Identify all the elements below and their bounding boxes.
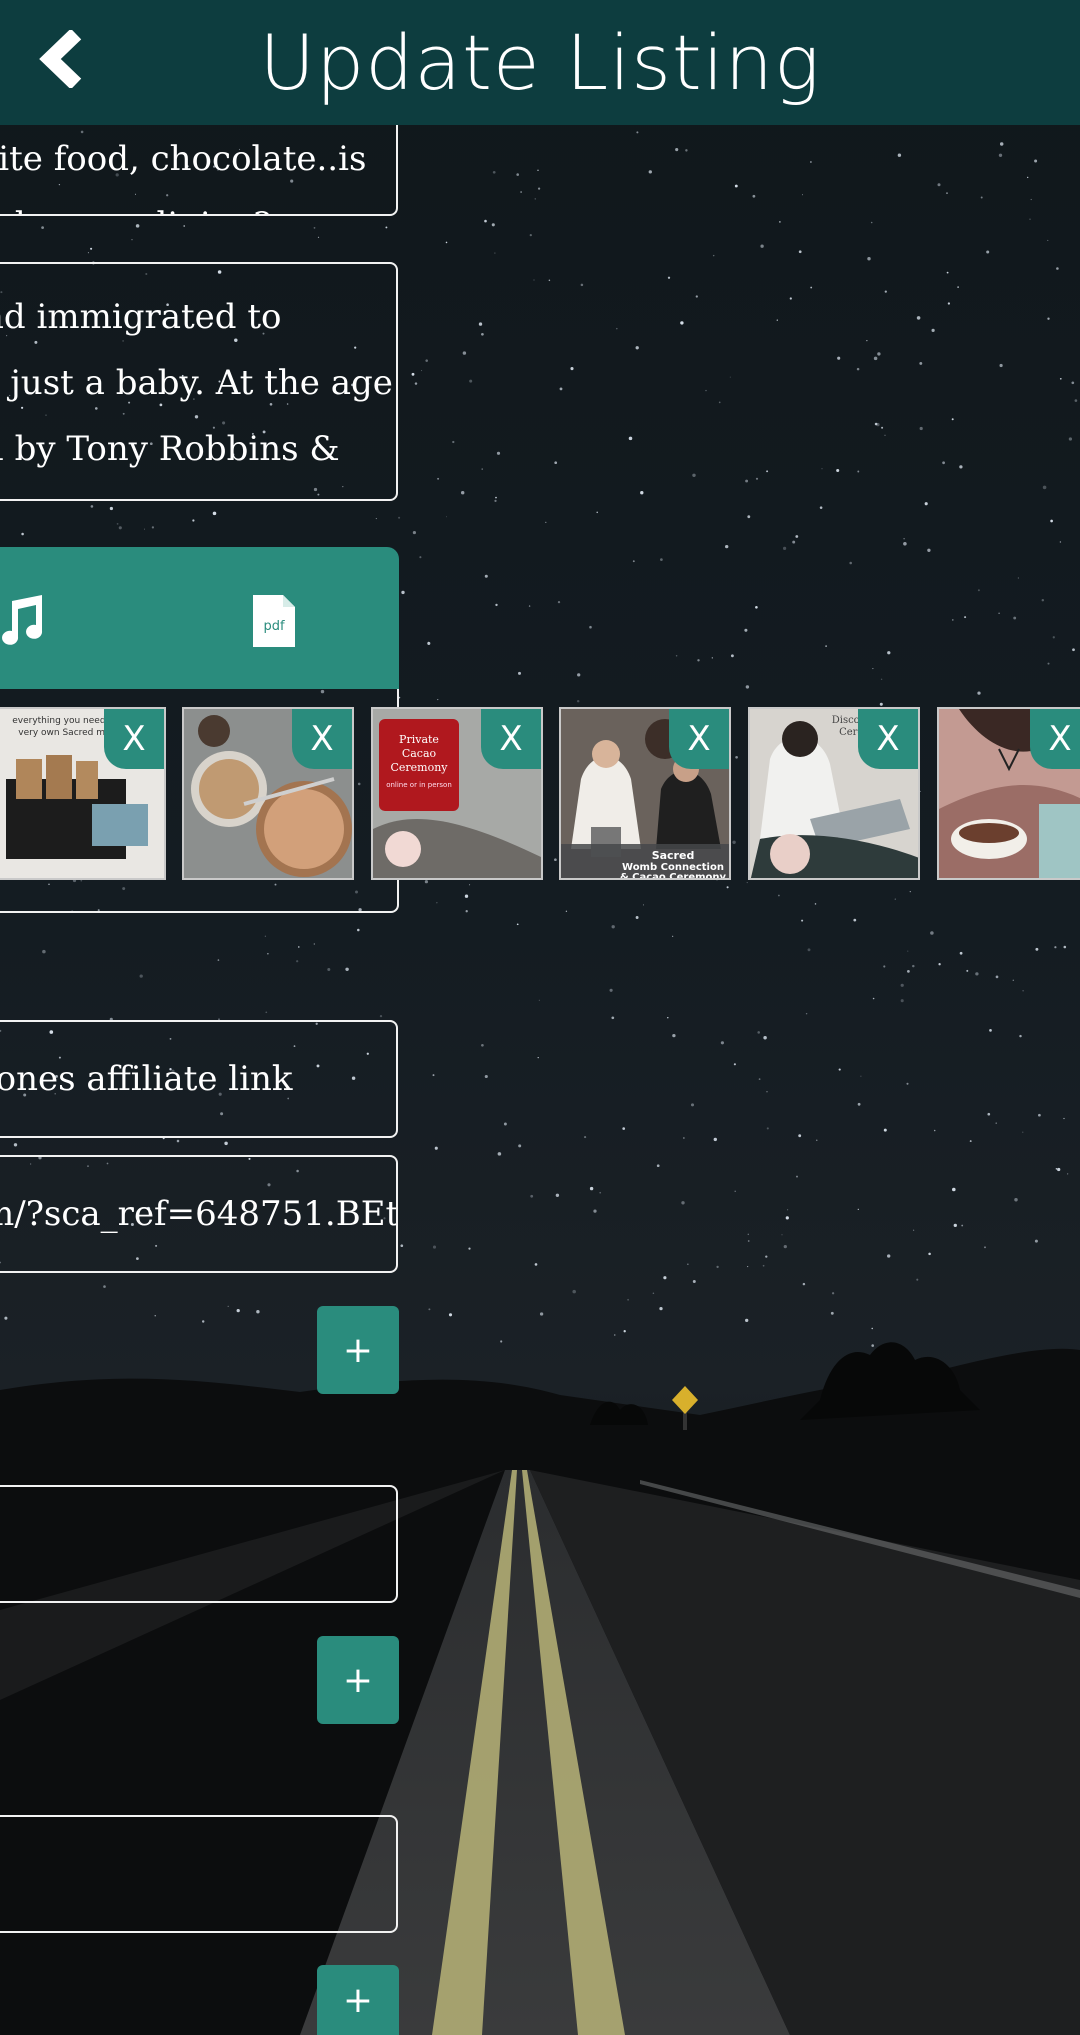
remove-thumbnail-button[interactable]: X — [858, 709, 918, 769]
svg-text:Private: Private — [399, 733, 439, 746]
description-line: d home religion? — [0, 192, 396, 214]
description-field-1[interactable]: rite food, chocolate..is d home religion… — [0, 110, 398, 216]
thumbnail-3[interactable]: Private Cacao Ceremony online or in pers… — [371, 707, 543, 880]
svg-text:online or in person: online or in person — [386, 781, 452, 789]
link-name-field[interactable] — [0, 1020, 398, 1138]
add-pdf-button[interactable]: pdf — [253, 595, 295, 651]
page-title: Update Listing — [259, 18, 821, 107]
svg-text:Cacao: Cacao — [402, 747, 437, 760]
description-line: rite food, chocolate..is — [0, 139, 367, 179]
remove-thumbnail-button[interactable]: X — [292, 709, 352, 769]
svg-text:Ceremony: Ceremony — [390, 761, 448, 774]
description-line: inspired some people — [0, 482, 396, 499]
remove-thumbnail-button[interactable]: X — [481, 709, 541, 769]
add-audio-button[interactable] — [0, 595, 46, 651]
thumbnail-4[interactable]: Sacred Womb Connection & Cacao Ceremony … — [559, 707, 731, 880]
empty-input-1[interactable] — [0, 1487, 396, 1601]
back-button[interactable] — [30, 24, 94, 94]
media-upload-bar: pdf — [0, 547, 399, 689]
thumbnail-6[interactable]: X — [937, 707, 1080, 880]
add-item-button-3[interactable]: + — [317, 1965, 399, 2035]
remove-thumbnail-button[interactable]: X — [1030, 709, 1080, 769]
description-field-2[interactable]: nd immigrated to s just a baby. At the a… — [0, 262, 398, 501]
link-url-field[interactable] — [0, 1155, 398, 1273]
remove-thumbnail-button[interactable]: X — [669, 709, 729, 769]
description-line: d by Tony Robbins & — [0, 429, 340, 469]
thumbnail-5[interactable]: Discover The Ceremony X — [748, 707, 920, 880]
add-item-button-2[interactable]: + — [317, 1636, 399, 1724]
thumbnail-1[interactable]: everything you need to help very own Sac… — [0, 707, 166, 880]
music-note-icon — [2, 595, 43, 645]
svg-text:Sacred: Sacred — [652, 849, 695, 862]
thumbnail-2[interactable]: X — [182, 707, 354, 880]
add-link-button[interactable]: + — [317, 1306, 399, 1394]
remove-thumbnail-button[interactable]: X — [104, 709, 164, 769]
empty-field-2[interactable] — [0, 1815, 398, 1933]
app-header: Update Listing — [0, 0, 1080, 125]
svg-text:pdf: pdf — [263, 619, 285, 634]
empty-input-2[interactable] — [0, 1817, 396, 1931]
link-name-input[interactable] — [0, 1022, 396, 1136]
svg-text:& Cacao Ceremony: & Cacao Ceremony — [620, 872, 727, 880]
description-line: nd immigrated to — [0, 297, 282, 337]
empty-field-1[interactable] — [0, 1485, 398, 1603]
link-url-input[interactable] — [0, 1157, 396, 1271]
chevron-left-icon — [39, 30, 82, 88]
pdf-file-icon: pdf — [253, 595, 295, 647]
description-line: s just a baby. At the age — [0, 363, 393, 403]
